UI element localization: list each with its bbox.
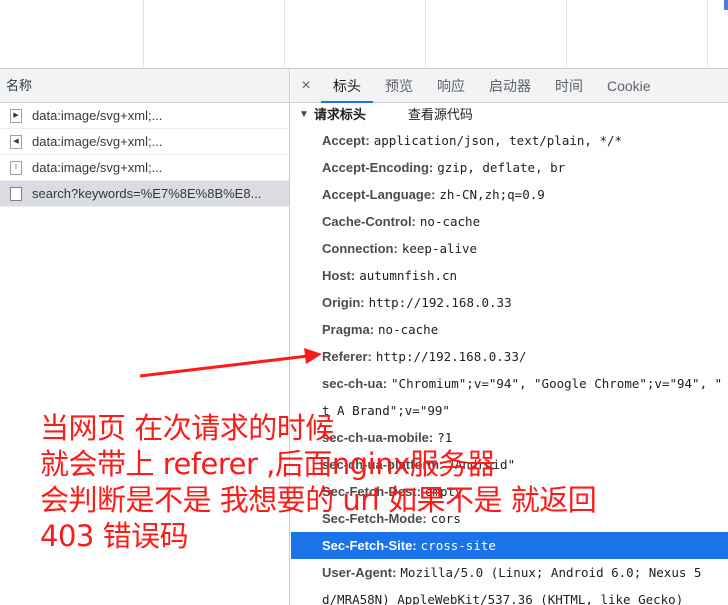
request-row[interactable]: ! data:image/svg+xml;... bbox=[0, 155, 289, 181]
timeline-gridline bbox=[143, 0, 144, 69]
speaker-icon: ◀ bbox=[10, 134, 22, 149]
annotation-text: 当网页 在次请求的时候 就会带上 referer ,后面nginx服务器 会判断是不… bbox=[40, 410, 597, 554]
details-tabs: 标头 预览 响应 启动器 时间 Cookie bbox=[321, 69, 663, 103]
name-column-header[interactable]: 名称 bbox=[0, 69, 289, 103]
close-icon[interactable]: × bbox=[291, 69, 321, 102]
request-name: data:image/svg+xml;... bbox=[32, 133, 163, 149]
header-value: Mozilla/5.0 (Linux; Android 6.0; Nexus 5 bbox=[400, 565, 702, 580]
header-row[interactable]: Accept-Language: zh-CN,zh;q=0.9 bbox=[291, 181, 728, 208]
timeline-gridline bbox=[707, 0, 708, 69]
header-value: http://192.168.0.33/ bbox=[375, 349, 527, 364]
header-name: Pragma: bbox=[322, 322, 375, 337]
header-value: no-cache bbox=[378, 322, 439, 337]
header-name: sec-ch-ua: bbox=[322, 376, 388, 391]
header-name: Accept: bbox=[322, 133, 370, 148]
header-row[interactable]: Connection: keep-alive bbox=[291, 235, 728, 262]
request-name: search?keywords=%E7%8E%8B%E8... bbox=[32, 185, 262, 201]
timeline-gridline bbox=[425, 0, 426, 69]
annotation-line: 会判断是不是 我想要的 url 如果不是 就返回 bbox=[40, 483, 597, 517]
header-value-wrapped: d/MRA58N) AppleWebKit/537.36 (KHTML, lik… bbox=[322, 592, 684, 605]
tab-3[interactable]: 启动器 bbox=[477, 69, 543, 102]
tab-1[interactable]: 预览 bbox=[373, 69, 425, 102]
header-name: Accept-Encoding: bbox=[322, 160, 434, 175]
header-row[interactable]: Cache-Control: no-cache bbox=[291, 208, 728, 235]
header-name: Cache-Control: bbox=[322, 214, 416, 229]
header-row[interactable]: sec-ch-ua: "Chromium";v="94", "Google Chr… bbox=[291, 370, 728, 397]
request-headers-section[interactable]: ▼ 请求标头 查看源代码 bbox=[291, 103, 728, 127]
timeline-request-bar bbox=[724, 0, 728, 10]
triangle-down-icon[interactable]: ▼ bbox=[299, 103, 309, 127]
header-name: User-Agent: bbox=[322, 565, 397, 580]
header-row[interactable]: Pragma: no-cache bbox=[291, 316, 728, 343]
tab-4[interactable]: 时间 bbox=[543, 69, 595, 102]
tab-5[interactable]: Cookie bbox=[595, 69, 663, 102]
header-name: Referer: bbox=[322, 349, 372, 364]
request-row[interactable]: ◀ data:image/svg+xml;... bbox=[0, 129, 289, 155]
header-row[interactable]: User-Agent: Mozilla/5.0 (Linux; Android 6… bbox=[291, 559, 728, 586]
header-value: gzip, deflate, br bbox=[437, 160, 566, 175]
header-value: "Chromium";v="94", "Google Chrome";v="94… bbox=[391, 376, 723, 391]
view-source-link[interactable]: 查看源代码 bbox=[408, 103, 473, 127]
header-row[interactable]: Accept-Encoding: gzip, deflate, br bbox=[291, 154, 728, 181]
request-row[interactable]: ▶ data:image/svg+xml;... bbox=[0, 103, 289, 129]
header-value: http://192.168.0.33 bbox=[368, 295, 512, 310]
timeline-gridline bbox=[284, 0, 285, 69]
timeline-gridline bbox=[566, 0, 567, 69]
header-value: autumnfish.cn bbox=[359, 268, 458, 283]
header-value: no-cache bbox=[419, 214, 481, 229]
header-name: Host: bbox=[322, 268, 356, 283]
section-title: 请求标头 bbox=[313, 107, 366, 122]
annotation-line: 403 错误码 bbox=[40, 519, 189, 553]
header-row[interactable]: Referer: http://192.168.0.33/ bbox=[291, 343, 728, 370]
header-name: Connection: bbox=[322, 241, 398, 256]
header-row[interactable]: Host: autumnfish.cn bbox=[291, 262, 728, 289]
details-tabbar: × 标头 预览 响应 启动器 时间 Cookie bbox=[291, 69, 728, 103]
header-row[interactable]: Accept: application/json, text/plain, */* bbox=[291, 127, 728, 154]
tab-2[interactable]: 响应 bbox=[425, 69, 477, 102]
annotation-line: 就会带上 referer ,后面nginx服务器 bbox=[40, 447, 496, 481]
timeline-overview[interactable] bbox=[0, 0, 728, 69]
document-icon bbox=[10, 186, 22, 201]
request-name: data:image/svg+xml;... bbox=[32, 159, 163, 175]
header-name: Accept-Language: bbox=[322, 187, 436, 202]
header-row[interactable]: Origin: http://192.168.0.33 bbox=[291, 289, 728, 316]
info-icon: ! bbox=[10, 160, 22, 175]
header-value-continuation: d/MRA58N) AppleWebKit/537.36 (KHTML, lik… bbox=[291, 586, 728, 605]
request-row[interactable]: search?keywords=%E7%8E%8B%E8... bbox=[0, 181, 289, 207]
header-name: Origin: bbox=[322, 295, 365, 310]
header-value: zh-CN,zh;q=0.9 bbox=[439, 187, 545, 202]
header-value: keep-alive bbox=[401, 241, 478, 256]
play-icon: ▶ bbox=[10, 108, 22, 123]
request-name: data:image/svg+xml;... bbox=[32, 107, 163, 123]
header-value: application/json, text/plain, */* bbox=[373, 133, 623, 148]
request-list: ▶ data:image/svg+xml;... ◀ data:image/svg+x… bbox=[0, 103, 289, 207]
tab-0[interactable]: 标头 bbox=[321, 69, 373, 103]
annotation-line: 当网页 在次请求的时候 bbox=[40, 411, 334, 445]
